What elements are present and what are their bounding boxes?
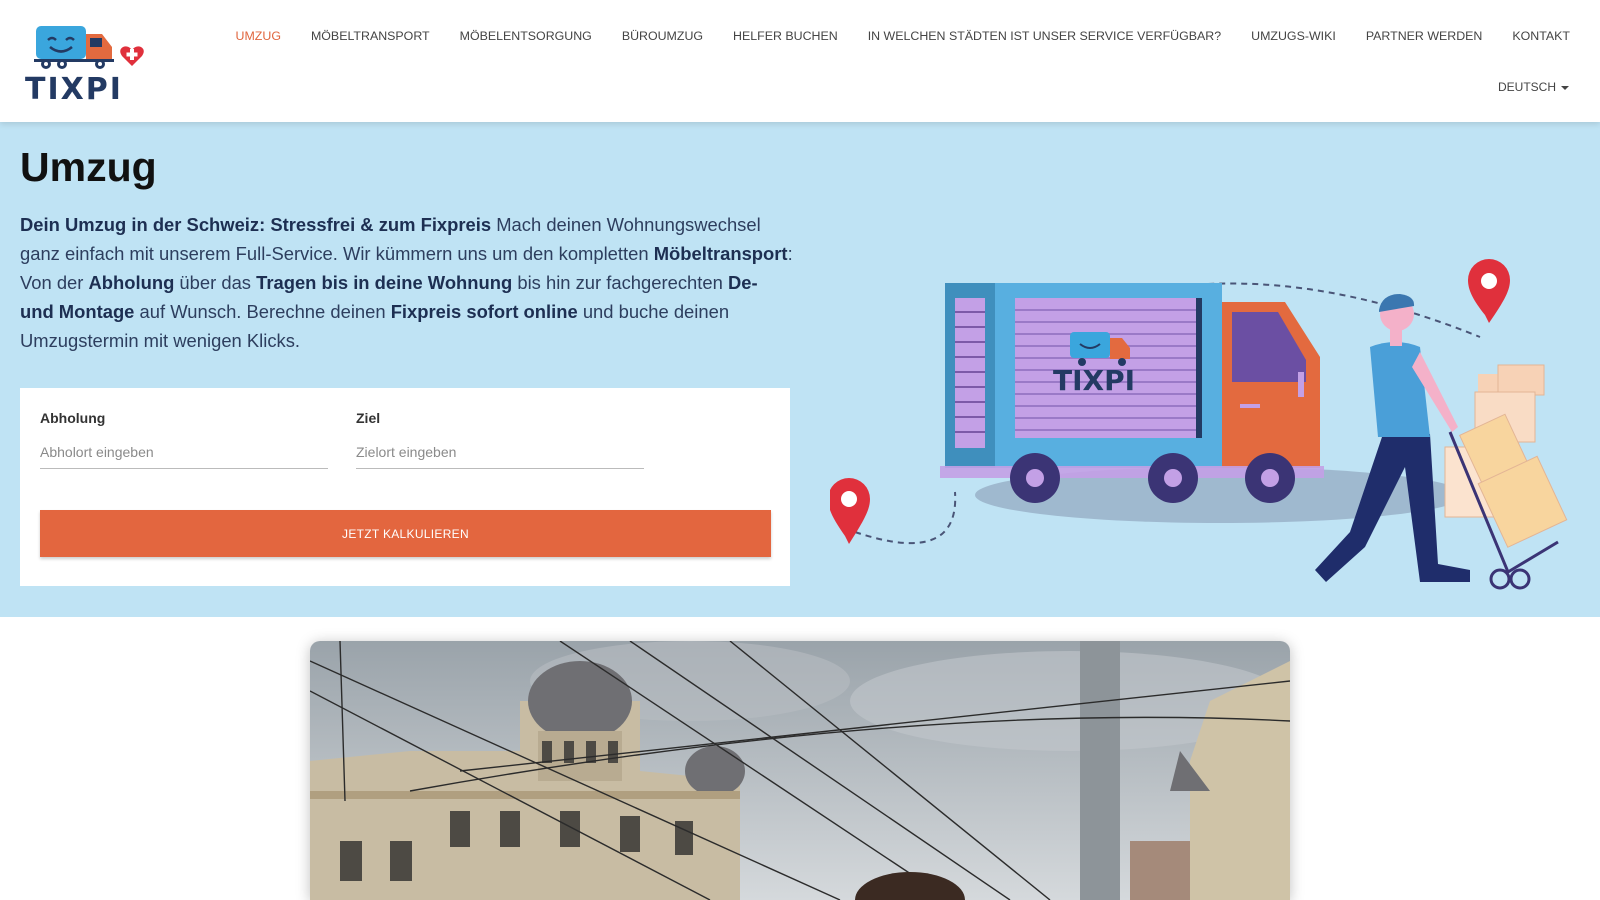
pickup-field-group: Abholung xyxy=(40,410,328,469)
nav-item-helfer-buchen[interactable]: HELFER BUCHEN xyxy=(718,28,853,44)
intro-bold-2: Möbeltransport xyxy=(653,243,788,264)
nav-item-umzugs-wiki[interactable]: UMZUGS-WIKI xyxy=(1236,28,1351,44)
caret-down-icon xyxy=(1561,85,1569,90)
hero-section: Umzug Dein Umzug in der Schweiz: Stressf… xyxy=(0,122,1600,617)
main-nav: UMZUG MÖBELTRANSPORT MÖBELENTSORGUNG BÜR… xyxy=(221,28,1570,44)
nav-item-bueroumzug[interactable]: BÜROUMZUG xyxy=(607,28,718,44)
intro-text-3: über das xyxy=(174,272,257,293)
location-pin-icon xyxy=(830,478,870,544)
language-label: DEUTSCH xyxy=(1497,80,1556,94)
calculate-button[interactable]: JETZT KALKULIEREN xyxy=(40,510,771,557)
intro-bold-4: Tragen bis in deine Wohnung xyxy=(256,272,513,293)
language-dropdown[interactable]: DEUTSCH xyxy=(1498,80,1569,94)
nav-item-umzug[interactable]: UMZUG xyxy=(221,28,296,44)
destination-input[interactable] xyxy=(356,442,644,469)
hand-truck-boxes xyxy=(1444,364,1568,590)
destination-field-group: Ziel xyxy=(356,410,644,469)
nav-item-moebelentsorgung[interactable]: MÖBELENTSORGUNG xyxy=(445,28,607,44)
intro-bold-1: Dein Umzug in der Schweiz: Stressfrei & … xyxy=(20,214,492,235)
nav-item-partner-werden[interactable]: PARTNER WERDEN xyxy=(1351,28,1498,44)
tixpi-logo[interactable]: TIXPI xyxy=(22,22,146,107)
truck-label: TIXPI xyxy=(1053,364,1135,397)
destination-label: Ziel xyxy=(356,410,381,426)
intro-text-4: bis hin zur fachgerechten xyxy=(512,272,728,293)
intro-bold-6: Fixpreis sofort online xyxy=(390,301,578,322)
intro-paragraph: Dein Umzug in der Schweiz: Stressfrei & … xyxy=(20,210,795,355)
logo-wordmark: TIXPI xyxy=(25,72,123,107)
site-header: TIXPI UMZUG MÖBELTRANSPORT MÖBELENTSORGU… xyxy=(0,0,1600,122)
mover-person xyxy=(1315,294,1470,582)
truck-logo-icon xyxy=(34,26,144,69)
street-photo xyxy=(310,641,1290,900)
nav-item-moebeltransport[interactable]: MÖBELTRANSPORT xyxy=(296,28,445,44)
moving-illustration: TIXPI xyxy=(830,259,1568,590)
location-pin-icon xyxy=(1468,259,1510,323)
intro-bold-3: Abholung xyxy=(88,272,175,293)
nav-item-staedte[interactable]: IN WELCHEN STÄDTEN IST UNSER SERVICE VER… xyxy=(853,28,1236,44)
intro-text-5: auf Wunsch. Berechne deinen xyxy=(134,301,391,322)
pickup-label: Abholung xyxy=(40,410,106,426)
hero-photo xyxy=(310,641,1290,900)
pickup-input[interactable] xyxy=(40,442,328,469)
quote-form: Abholung Ziel JETZT KALKULIEREN xyxy=(20,388,790,586)
nav-item-kontakt[interactable]: KONTAKT xyxy=(1497,28,1570,44)
page-title: Umzug xyxy=(20,144,157,190)
